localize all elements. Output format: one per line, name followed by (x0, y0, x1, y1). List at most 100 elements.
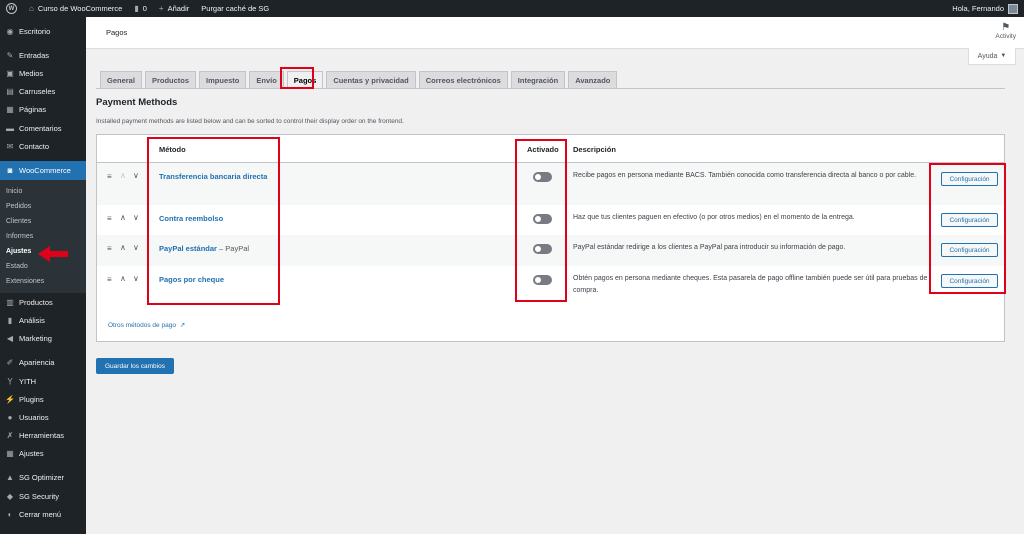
sidebar-item-medios[interactable]: ▣ Medios (0, 64, 86, 82)
purge-cache-link[interactable]: Purgar caché de SG (195, 0, 275, 17)
tools-icon: ✗ (6, 431, 14, 441)
tab-envio[interactable]: Envío (249, 71, 284, 88)
pin-icon: ✎ (6, 50, 14, 60)
drag-handle-icon[interactable]: ≡ (107, 172, 112, 181)
sidebar-item-carruseles[interactable]: ▤ Carruseles (0, 83, 86, 101)
media-icon: ▣ (6, 68, 14, 78)
move-down-icon[interactable]: ∨ (133, 274, 139, 283)
sidebar-item-label: YITH (19, 376, 37, 386)
activity-label: Activity (995, 33, 1016, 40)
wordpress-logo-button[interactable]: W (0, 0, 23, 17)
help-label: Ayuda (977, 52, 998, 60)
section-title: Payment Methods (96, 97, 178, 108)
tab-general[interactable]: General (100, 71, 142, 88)
sidebar-item-herramientas[interactable]: ✗ Herramientas (0, 426, 86, 444)
admin-bar: W ⌂ Curso de WooCommerce ▮ 0 + Añadir Pu… (0, 0, 1024, 17)
comments-icon: ▬ (6, 123, 14, 133)
sidebar-item-sg-security[interactable]: ◆ SG Security (0, 487, 86, 505)
yith-icon: Ỵ (7, 376, 13, 386)
tab-impuesto[interactable]: Impuesto (199, 71, 247, 88)
sidebar-item-usuarios[interactable]: ● Usuarios (0, 408, 86, 426)
site-name-link[interactable]: ⌂ Curso de WooCommerce (23, 0, 128, 17)
add-new-link[interactable]: + Añadir (153, 0, 195, 17)
sidebar-item-label: Apariencia (19, 358, 55, 368)
tab-productos[interactable]: Productos (144, 71, 197, 88)
sidebar-item-comentarios[interactable]: ▬ Comentarios (0, 119, 86, 137)
sidebar-item-woocommerce[interactable]: ◙ WooCommerce (0, 161, 86, 180)
tab-avanzado[interactable]: Avanzado (568, 71, 618, 88)
drag-handle-icon[interactable]: ≡ (107, 244, 112, 253)
products-icon: ▥ (6, 297, 14, 307)
sidebar-item-plugins[interactable]: ⚡ Plugins (0, 390, 86, 408)
method-description: Haz que tus clientes paguen en efectivo … (573, 214, 855, 221)
submenu-item-inicio[interactable]: Inicio (0, 184, 86, 199)
section-description: Installed payment methods are listed bel… (96, 118, 404, 125)
sidebar-item-label: Medios (19, 68, 44, 78)
purge-cache-label: Purgar caché de SG (201, 4, 270, 13)
move-up-icon[interactable]: ∧ (120, 213, 126, 222)
method-description: Obtén pagos en persona mediante cheques.… (573, 275, 928, 294)
submenu-item-extensiones[interactable]: Extensiones (0, 274, 86, 289)
sidebar-item-label: WooCommerce (19, 165, 71, 175)
sidebar-item-marketing[interactable]: ◀ Marketing (0, 330, 86, 348)
sidebar-item-ajustes[interactable]: ▦ Ajustes (0, 445, 86, 463)
users-icon: ● (7, 412, 13, 422)
move-up-icon[interactable]: ∧ (120, 274, 126, 283)
tab-cuentas-y-privacidad[interactable]: Cuentas y privacidad (326, 71, 416, 88)
sidebar-item-label: Plugins (19, 394, 44, 404)
drag-handle-icon[interactable]: ≡ (107, 275, 112, 284)
activity-button[interactable]: ⚑ Activity (995, 22, 1016, 40)
page-header: Pagos ⚑ Activity (86, 17, 1024, 49)
sidebar-item-label: Comentarios (19, 123, 62, 133)
move-up-icon[interactable]: ∧ (120, 243, 126, 252)
sidebar-item-label: SG Optimizer (19, 473, 65, 483)
comments-link[interactable]: ▮ 0 (128, 0, 153, 17)
submenu-item-informes[interactable]: Informes (0, 229, 86, 244)
help-tab-button[interactable]: Ayuda ▼ (968, 48, 1016, 65)
sidebar-item-label: Cerrar menú (19, 509, 62, 519)
sidebar-item-label: Productos (19, 297, 53, 307)
tabs-divider (96, 88, 1005, 89)
drag-handle-icon[interactable]: ≡ (107, 214, 112, 223)
move-down-icon[interactable]: ∨ (133, 171, 139, 180)
method-description: PayPal estándar redirige a los clientes … (573, 244, 846, 251)
save-changes-button[interactable]: Guardar los cambios (96, 358, 174, 374)
admin-sidebar: ◉ Escritorio ✎ Entradas ▣ Medios ▤ Carru… (0, 17, 86, 534)
move-down-icon[interactable]: ∨ (133, 213, 139, 222)
sidebar-item-label: Escritorio (19, 26, 51, 36)
sidebar-item-cerrar-menu[interactable]: ◐ Cerrar menú (0, 505, 86, 523)
sg-optimizer-icon: ▲ (6, 473, 14, 483)
sidebar-item-label: Carruseles (19, 87, 56, 97)
sg-security-icon: ◆ (6, 491, 14, 501)
sidebar-item-escritorio[interactable]: ◉ Escritorio (0, 22, 86, 40)
sidebar-item-contacto[interactable]: ✉ Contacto (0, 137, 86, 155)
pages-icon: ▦ (6, 105, 14, 115)
move-down-icon[interactable]: ∨ (133, 243, 139, 252)
sidebar-item-label: Marketing (19, 334, 52, 344)
sidebar-item-analisis[interactable]: ▮ Análisis (0, 311, 86, 329)
other-methods-label: Otros métodos de pago (108, 322, 176, 329)
submenu-item-clientes[interactable]: Clientes (0, 214, 86, 229)
sidebar-item-label: SG Security (19, 491, 60, 501)
sidebar-item-label: Ajustes (19, 449, 44, 459)
submenu-item-pedidos[interactable]: Pedidos (0, 199, 86, 214)
sidebar-item-entradas[interactable]: ✎ Entradas (0, 46, 86, 64)
account-menu[interactable]: Hola, Fernando (946, 0, 1024, 17)
sidebar-item-yith[interactable]: Ỵ YITH (0, 372, 86, 390)
sidebar-item-label: Usuarios (19, 412, 49, 422)
settings-tabs: General Productos Impuesto Envío Pagos C… (100, 71, 620, 88)
sidebar-item-paginas[interactable]: ▦ Páginas (0, 101, 86, 119)
highlight-box-methods (147, 137, 280, 305)
sidebar-item-productos[interactable]: ▥ Productos (0, 293, 86, 311)
carousel-icon: ▤ (6, 87, 14, 97)
sidebar-item-apariencia[interactable]: ✐ Apariencia (0, 354, 86, 372)
page-title: Pagos (106, 28, 128, 37)
sidebar-item-sg-optimizer[interactable]: ▲ SG Optimizer (0, 469, 86, 487)
tab-integracion[interactable]: Integración (510, 71, 566, 88)
sidebar-item-label: Páginas (19, 105, 47, 115)
wordpress-icon: W (6, 3, 17, 14)
tab-correos-electronicos[interactable]: Correos electrónicos (418, 71, 508, 88)
sidebar-item-label: Análisis (19, 315, 45, 325)
site-name: Curso de WooCommerce (37, 4, 123, 13)
other-payment-methods-link[interactable]: Otros métodos de pago ↗ (108, 321, 185, 329)
